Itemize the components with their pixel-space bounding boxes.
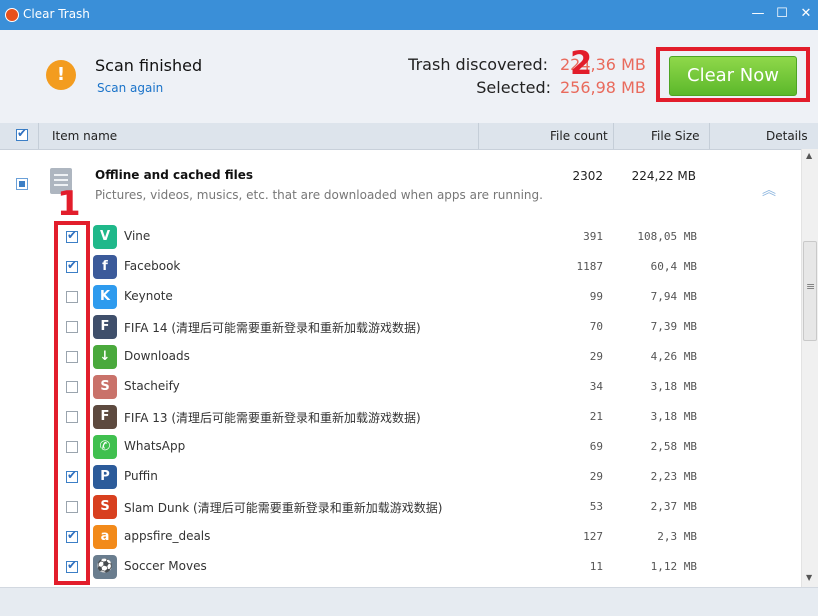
app-row[interactable]: F FIFA 13 (清理后可能需要重新登录和重新加载游戏数据) 21 3,18 MB [0,402,800,432]
fifa14-icon: F [93,315,117,339]
app-file-count: 127 [583,530,603,543]
warning-icon: ! [46,60,76,90]
app-file-size: 2,37 MB [650,500,697,513]
vine-icon: V [93,225,117,249]
app-file-size: 2,58 MB [650,440,697,453]
app-file-size: 2,23 MB [650,470,697,483]
slamdunk-icon: S [93,495,117,519]
app-row[interactable]: ↓ Downloads 29 4,26 MB [0,342,800,372]
stacheify-icon: S [93,375,117,399]
app-row[interactable]: S Slam Dunk (清理后可能需要重新登录和重新加载游戏数据) 53 2,37 … [0,492,800,522]
keynote-icon: K [93,285,117,309]
annotation-box-clear-now [656,47,810,102]
app-name: WhatsApp [124,439,186,453]
app-file-count: 99 [589,290,603,303]
app-file-size: 7,94 MB [650,290,697,303]
app-file-count: 391 [583,230,603,243]
collapse-chevron-icon[interactable]: ︽ [762,180,776,200]
select-all-checkbox[interactable] [16,126,28,141]
title-bar: Clear Trash — ☐ ✕ [0,0,818,30]
downloads-icon: ↓ [93,345,117,369]
scan-again-link[interactable]: Scan again [97,81,163,95]
app-file-count: 53 [589,500,603,513]
group-title: Offline and cached files [95,168,254,182]
appsfire-icon: a [93,525,117,549]
app-row[interactable]: a appsfire_deals 127 2,3 MB [0,522,800,552]
app-file-size: 1,12 MB [650,560,697,573]
scroll-down-icon[interactable]: ▼ [806,573,812,582]
trash-discovered-label: Trash discovered: [408,55,548,74]
app-name: Stacheify [124,379,180,393]
app-row[interactable]: V Vine 391 108,05 MB [0,222,800,252]
footer-bar [0,587,818,616]
app-file-count: 34 [589,380,603,393]
soccermoves-icon: ⚽ [93,555,117,579]
app-name: Slam Dunk (清理后可能需要重新登录和重新加载游戏数据) [124,501,443,515]
scroll-thumb[interactable] [803,241,817,341]
app-name: Puffin [124,469,158,483]
app-file-size: 108,05 MB [637,230,697,243]
column-item-name[interactable]: Item name [52,129,117,143]
app-file-size: 7,39 MB [650,320,697,333]
annotation-number-1: 1 [57,184,81,224]
column-file-count[interactable]: File count [550,129,608,143]
app-file-count: 29 [589,470,603,483]
group-file-count: 2302 [572,169,603,183]
close-button[interactable]: ✕ [796,5,816,23]
minimize-button[interactable]: — [748,5,768,23]
app-file-size: 2,3 MB [657,530,697,543]
column-header-row: Item name File count File Size Details [0,123,818,150]
group-file-size: 224,22 MB [631,169,696,183]
app-name: FIFA 13 (清理后可能需要重新登录和重新加载游戏数据) [124,411,421,425]
app-file-count: 11 [589,560,603,573]
facebook-icon: f [93,255,117,279]
app-file-count: 69 [589,440,603,453]
app-name: Soccer Moves [124,559,207,573]
vertical-scrollbar[interactable]: ▲ ▼ [801,149,818,587]
app-row[interactable]: K Keynote 99 7,94 MB [0,282,800,312]
column-details[interactable]: Details [766,129,808,143]
app-file-size: 3,18 MB [650,410,697,423]
app-row[interactable]: ✆ WhatsApp 69 2,58 MB [0,432,800,462]
annotation-box-checkboxes [54,221,90,585]
app-row[interactable]: ⚽ Soccer Moves 11 1,12 MB [0,552,800,582]
column-file-size[interactable]: File Size [651,129,700,143]
selected-label: Selected: [476,78,551,97]
app-name: appsfire_deals [124,529,211,543]
app-row[interactable]: F FIFA 14 (清理后可能需要重新登录和重新加载游戏数据) 70 7,39 MB [0,312,800,342]
group-description: Pictures, videos, musics, etc. that are … [95,188,543,202]
app-file-count: 70 [589,320,603,333]
window-title: Clear Trash [23,7,90,21]
scan-status-text: Scan finished [95,56,203,75]
app-file-size: 3,18 MB [650,380,697,393]
annotation-number-2: 2 [570,44,593,82]
app-row[interactable]: P Puffin 29 2,23 MB [0,462,800,492]
whatsapp-icon: ✆ [93,435,117,459]
puffin-icon: P [93,465,117,489]
app-row[interactable]: f Facebook 1187 60,4 MB [0,252,800,282]
app-name: Keynote [124,289,173,303]
app-row[interactable]: S Stacheify 34 3,18 MB [0,372,800,402]
app-name: FIFA 14 (清理后可能需要重新登录和重新加载游戏数据) [124,321,421,335]
app-file-count: 1187 [576,260,604,273]
app-file-size: 4,26 MB [650,350,697,363]
maximize-button[interactable]: ☐ [772,5,792,23]
app-name: Vine [124,229,151,243]
fifa13-icon: F [93,405,117,429]
app-logo-icon [5,8,19,22]
scroll-up-icon[interactable]: ▲ [806,151,812,160]
app-name: Facebook [124,259,181,273]
app-file-size: 60,4 MB [650,260,697,273]
group-checkbox[interactable] [16,178,28,190]
app-file-count: 21 [589,410,603,423]
app-file-count: 29 [589,350,603,363]
app-name: Downloads [124,349,190,363]
